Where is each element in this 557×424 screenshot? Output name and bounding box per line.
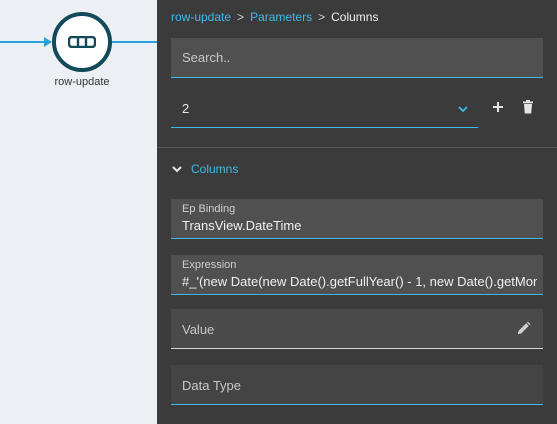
edge-arrowhead <box>44 37 52 47</box>
node-label: row-update <box>54 76 110 88</box>
trash-icon[interactable] <box>520 99 536 115</box>
expression-label: Expression <box>182 259 237 271</box>
pencil-icon[interactable] <box>516 321 531 336</box>
columns-section-toggle[interactable]: Columns <box>171 160 238 178</box>
ep-binding-label: Ep Binding <box>182 203 236 215</box>
chevron-down-icon <box>172 166 182 173</box>
section-title: Columns <box>191 162 239 176</box>
properties-panel: row-update>Parameters>Columns 2 Columns … <box>157 0 557 424</box>
chevron-down-icon <box>458 106 468 113</box>
row-update-node[interactable] <box>52 12 112 72</box>
parameter-select[interactable]: 2 <box>171 90 478 128</box>
breadcrumb: row-update > Parameters > Columns <box>171 10 378 24</box>
outgoing-edge <box>111 41 157 43</box>
data-type-field[interactable]: Data Type <box>171 365 543 405</box>
breadcrumb-separator: > <box>237 10 245 24</box>
breadcrumb-separator: > <box>318 10 326 24</box>
expression-field[interactable]: Expression #_'(new Date(new Date().getFu… <box>171 255 543 295</box>
value-field[interactable]: Value <box>171 309 543 349</box>
value-placeholder: Value <box>182 322 215 337</box>
section-divider <box>157 147 557 148</box>
expression-value: #_'(new Date(new Date().getFullYear() - … <box>182 274 537 289</box>
data-type-placeholder: Data Type <box>182 378 242 393</box>
incoming-edge <box>0 41 44 43</box>
table-row-icon <box>68 36 96 48</box>
breadcrumb-link-row-update[interactable]: row-update <box>171 10 231 24</box>
ep-binding-field[interactable]: Ep Binding TransView.DateTime <box>171 199 543 239</box>
ep-binding-value: TransView.DateTime <box>182 218 302 233</box>
breadcrumb-current: Columns <box>331 10 379 24</box>
parameter-select-value: 2 <box>182 101 190 116</box>
search-field <box>171 38 543 78</box>
plus-icon[interactable] <box>490 99 506 115</box>
flow-canvas[interactable]: row-update <box>0 0 157 424</box>
breadcrumb-link-parameters[interactable]: Parameters <box>250 10 312 24</box>
search-input[interactable] <box>171 38 543 77</box>
